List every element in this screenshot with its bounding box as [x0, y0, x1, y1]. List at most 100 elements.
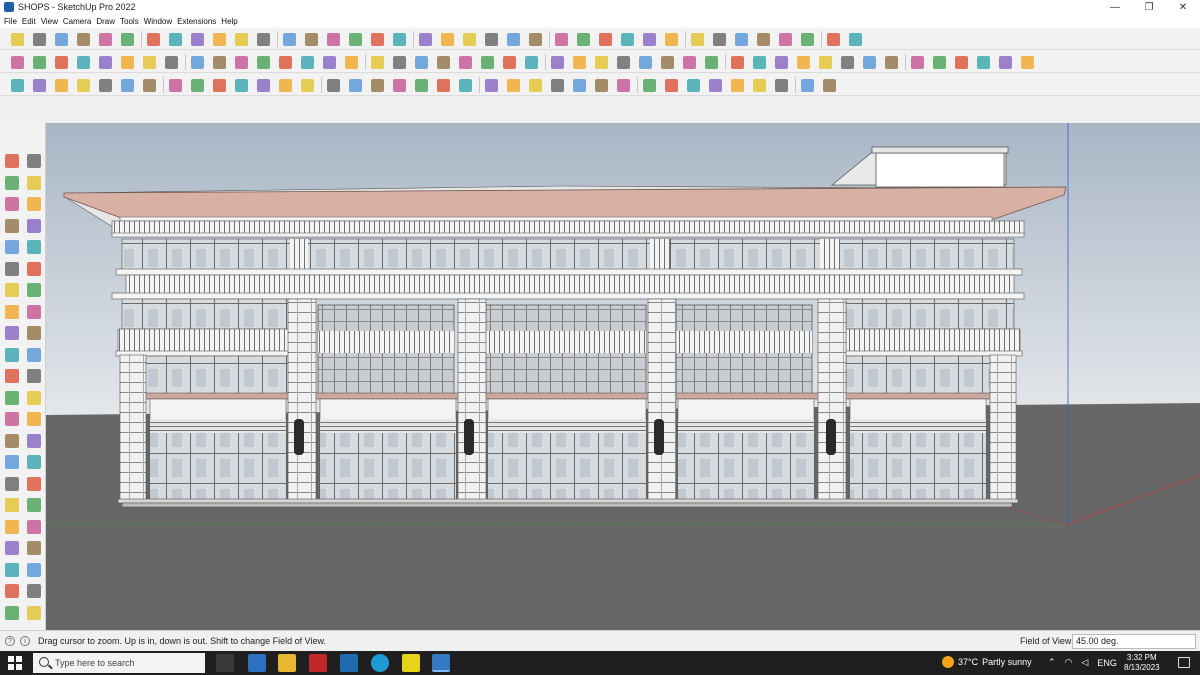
notification-icon[interactable]: [1178, 657, 1190, 668]
palette-tool-icon[interactable]: [2, 151, 22, 171]
palette-tool-icon[interactable]: [24, 474, 44, 494]
weather-widget[interactable]: 37°C Partly sunny: [942, 656, 1032, 668]
toolbar-tool-icon[interactable]: [846, 30, 864, 48]
toolbar-tool-icon[interactable]: [346, 30, 364, 48]
toolbar-tool-icon[interactable]: [460, 30, 478, 48]
toolbar-tool-icon[interactable]: [320, 53, 338, 71]
toolbar-tool-icon[interactable]: [434, 76, 452, 94]
toolbar-tool-icon[interactable]: [614, 76, 632, 94]
toolbar-tool-icon[interactable]: [368, 76, 386, 94]
toolbar-tool-icon[interactable]: [30, 30, 48, 48]
menu-extensions[interactable]: Extensions: [177, 17, 221, 26]
palette-tool-icon[interactable]: [2, 581, 22, 601]
model-scene[interactable]: [46, 123, 1200, 630]
toolbar-tool-icon[interactable]: [860, 53, 878, 71]
palette-tool-icon[interactable]: [24, 173, 44, 193]
toolbar-tool-icon[interactable]: [412, 76, 430, 94]
toolbar-tool-icon[interactable]: [188, 53, 206, 71]
palette-tool-icon[interactable]: [24, 259, 44, 279]
toolbar-tool-icon[interactable]: [74, 30, 92, 48]
palette-tool-icon[interactable]: [24, 517, 44, 537]
toolbar-tool-icon[interactable]: [96, 76, 114, 94]
toolbar-tool-icon[interactable]: [618, 30, 636, 48]
minimize-button[interactable]: —: [1098, 0, 1132, 14]
toolbar-tool-icon[interactable]: [526, 30, 544, 48]
toolbar-tool-icon[interactable]: [728, 53, 746, 71]
palette-tool-icon[interactable]: [24, 538, 44, 558]
toolbar-tool-icon[interactable]: [434, 53, 452, 71]
language-indicator[interactable]: ENG: [1097, 658, 1117, 668]
toolbar-tool-icon[interactable]: [276, 53, 294, 71]
toolbar-tool-icon[interactable]: [974, 53, 992, 71]
toolbar-tool-icon[interactable]: [482, 76, 500, 94]
toolbar-tool-icon[interactable]: [232, 53, 250, 71]
toolbar-tool-icon[interactable]: [500, 53, 518, 71]
toolbar-tool-icon[interactable]: [522, 53, 540, 71]
toolbar-tool-icon[interactable]: [794, 53, 812, 71]
toolbar-tool-icon[interactable]: [552, 30, 570, 48]
palette-tool-icon[interactable]: [24, 302, 44, 322]
toolbar-tool-icon[interactable]: [614, 53, 632, 71]
toolbar-tool-icon[interactable]: [820, 76, 838, 94]
toolbar-tool-icon[interactable]: [882, 53, 900, 71]
toolbar-tool-icon[interactable]: [456, 53, 474, 71]
palette-tool-icon[interactable]: [2, 259, 22, 279]
toolbar-tool-icon[interactable]: [526, 76, 544, 94]
task-view-icon[interactable]: [216, 654, 234, 672]
palette-tool-icon[interactable]: [2, 474, 22, 494]
clock[interactable]: 3:32 PM 8/13/2023: [1124, 653, 1160, 673]
toolbar-tool-icon[interactable]: [30, 53, 48, 71]
toolbar-tool-icon[interactable]: [798, 76, 816, 94]
toolbar-tool-icon[interactable]: [482, 30, 500, 48]
edge-browser-icon[interactable]: [371, 654, 389, 672]
toolbar-tool-icon[interactable]: [298, 53, 316, 71]
toolbar-tool-icon[interactable]: [118, 30, 136, 48]
toolbar-tool-icon[interactable]: [52, 30, 70, 48]
toolbar-tool-icon[interactable]: [816, 53, 834, 71]
toolbar-tool-icon[interactable]: [324, 30, 342, 48]
toolbar-tool-icon[interactable]: [570, 76, 588, 94]
palette-tool-icon[interactable]: [24, 603, 44, 623]
sketchup-layout-icon[interactable]: [340, 654, 358, 672]
palette-tool-icon[interactable]: [2, 409, 22, 429]
toolbar-tool-icon[interactable]: [118, 76, 136, 94]
toolbar-tool-icon[interactable]: [210, 53, 228, 71]
toolbar-tool-icon[interactable]: [8, 30, 26, 48]
toolbar-tool-icon[interactable]: [144, 30, 162, 48]
toolbar-tool-icon[interactable]: [596, 30, 614, 48]
palette-tool-icon[interactable]: [24, 216, 44, 236]
palette-tool-icon[interactable]: [24, 409, 44, 429]
palette-tool-icon[interactable]: [24, 581, 44, 601]
toolbar-tool-icon[interactable]: [662, 30, 680, 48]
toolbar-tool-icon[interactable]: [662, 76, 680, 94]
toolbar-tool-icon[interactable]: [298, 76, 316, 94]
toolbar-tool-icon[interactable]: [504, 76, 522, 94]
toolbar-tool-icon[interactable]: [96, 53, 114, 71]
palette-tool-icon[interactable]: [2, 560, 22, 580]
toolbar-tool-icon[interactable]: [302, 30, 320, 48]
toolbar-tool-icon[interactable]: [232, 76, 250, 94]
tray-chevron-icon[interactable]: ⌃: [1048, 657, 1056, 668]
toolbar-tool-icon[interactable]: [548, 53, 566, 71]
toolbar-tool-icon[interactable]: [930, 53, 948, 71]
toolbar-tool-icon[interactable]: [162, 53, 180, 71]
taskbar-search-box[interactable]: Type here to search: [33, 653, 205, 673]
model-viewport[interactable]: [46, 123, 1200, 630]
menu-edit[interactable]: Edit: [22, 17, 41, 26]
toolbar-tool-icon[interactable]: [640, 76, 658, 94]
palette-tool-icon[interactable]: [2, 366, 22, 386]
palette-tool-icon[interactable]: [2, 237, 22, 257]
autocad-icon[interactable]: [309, 654, 327, 672]
toolbar-tool-icon[interactable]: [504, 30, 522, 48]
palette-tool-icon[interactable]: [2, 323, 22, 343]
windows-start-icon[interactable]: [8, 656, 22, 670]
toolbar-tool-icon[interactable]: [368, 30, 386, 48]
toolbar-tool-icon[interactable]: [688, 30, 706, 48]
toolbar-tool-icon[interactable]: [390, 30, 408, 48]
palette-tool-icon[interactable]: [2, 388, 22, 408]
toolbar-tool-icon[interactable]: [548, 76, 566, 94]
toolbar-tool-icon[interactable]: [342, 53, 360, 71]
palette-tool-icon[interactable]: [24, 366, 44, 386]
palette-tool-icon[interactable]: [24, 560, 44, 580]
toolbar-tool-icon[interactable]: [702, 53, 720, 71]
